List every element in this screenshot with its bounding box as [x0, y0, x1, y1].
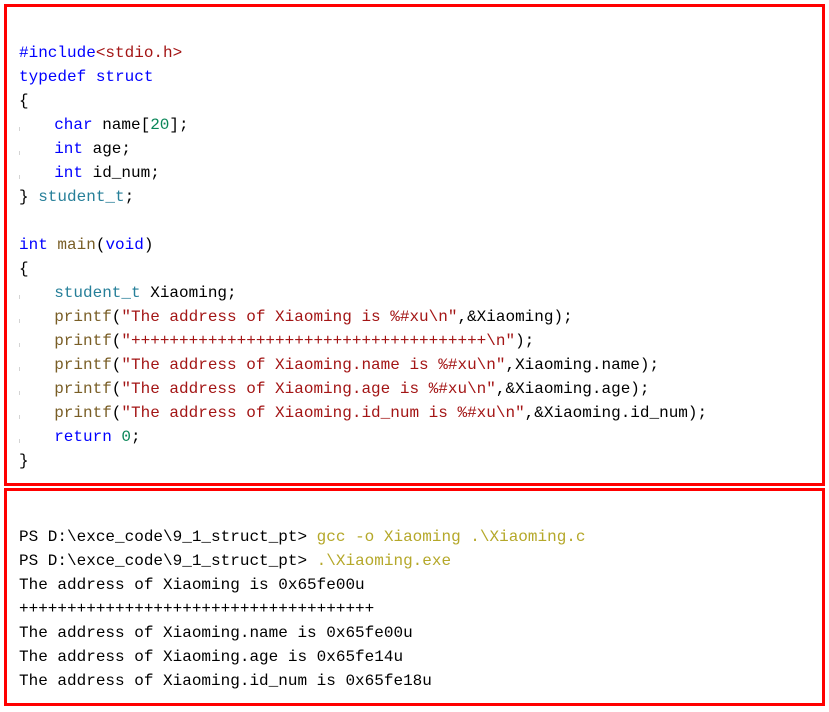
code-line: { [19, 92, 29, 110]
terminal-line: PS D:\exce_code\9_1_struct_pt> gcc -o Xi… [19, 528, 586, 546]
kw-int: int [54, 164, 83, 182]
args: ,Xiaoming.name); [505, 356, 659, 374]
kw-void: void [105, 236, 143, 254]
brace-open: { [19, 260, 29, 278]
kw-int: int [54, 140, 83, 158]
terminal-output: The address of Xiaoming.age is 0x65fe14u [19, 648, 403, 666]
field-id: id_num; [83, 164, 160, 182]
code-line: #include<stdio.h> [19, 44, 182, 62]
ps-command: .\Xiaoming.exe [317, 552, 451, 570]
code-line: printf("The address of Xiaoming.name is … [19, 356, 659, 374]
code-line: } [19, 452, 29, 470]
preproc-include: #include [19, 44, 96, 62]
kw-int: int [19, 236, 48, 254]
terminal-panel: PS D:\exce_code\9_1_struct_pt> gcc -o Xi… [4, 488, 825, 706]
num-zero: 0 [112, 428, 131, 446]
code-line: printf("The address of Xiaoming.id_num i… [19, 404, 707, 422]
code-line: int main(void) [19, 236, 153, 254]
ps-command: gcc -o Xiaoming .\Xiaoming.c [317, 528, 586, 546]
code-line: } student_t; [19, 188, 134, 206]
ps-prompt: PS D:\exce_code\9_1_struct_pt> [19, 552, 317, 570]
kw-char: char [54, 116, 92, 134]
blank-line [19, 212, 29, 230]
fn-printf: printf [54, 332, 112, 350]
typedef-name: student_t [38, 188, 124, 206]
string-literal: "+++++++++++++++++++++++++++++++++++++\n… [121, 332, 515, 350]
punct: ; [131, 428, 141, 446]
fn-printf: printf [54, 380, 112, 398]
code-editor-panel: #include<stdio.h> typedef struct { char … [4, 4, 825, 486]
code-line: student_t Xiaoming; [19, 284, 237, 302]
args: ); [515, 332, 534, 350]
field-age: age; [83, 140, 131, 158]
string-literal: "The address of Xiaoming.age is %#xu\n" [121, 380, 495, 398]
code-line: char name[20]; [19, 116, 189, 134]
fn-printf: printf [54, 404, 112, 422]
code-line: typedef struct [19, 68, 153, 86]
code-line: { [19, 260, 29, 278]
terminal-output: The address of Xiaoming is 0x65fe00u [19, 576, 365, 594]
ps-prompt: PS D:\exce_code\9_1_struct_pt> [19, 528, 317, 546]
punct: ]; [169, 116, 188, 134]
brace-close: } [19, 188, 38, 206]
args: ,&Xiaoming.age); [496, 380, 650, 398]
brace-open: { [19, 92, 29, 110]
string-literal: "The address of Xiaoming.name is %#xu\n" [121, 356, 505, 374]
string-literal: "The address of Xiaoming is %#xu\n" [121, 308, 457, 326]
string-literal: "The address of Xiaoming.id_num is %#xu\… [121, 404, 524, 422]
code-line: printf("The address of Xiaoming is %#xu\… [19, 308, 573, 326]
fn-printf: printf [54, 308, 112, 326]
code-line: return 0; [19, 428, 141, 446]
args: ,&Xiaoming); [457, 308, 572, 326]
field-name: name[ [93, 116, 151, 134]
args: ,&Xiaoming.id_num); [525, 404, 707, 422]
type-student: student_t [54, 284, 140, 302]
code-line: int id_num; [19, 164, 160, 182]
punct: ; [125, 188, 135, 206]
kw-struct: struct [96, 68, 154, 86]
code-line: printf("The address of Xiaoming.age is %… [19, 380, 650, 398]
include-header: <stdio.h> [96, 44, 182, 62]
terminal-output: +++++++++++++++++++++++++++++++++++++ [19, 600, 374, 618]
terminal-output: The address of Xiaoming.name is 0x65fe00… [19, 624, 413, 642]
fn-main: main [48, 236, 96, 254]
terminal-line: PS D:\exce_code\9_1_struct_pt> .\Xiaomin… [19, 552, 451, 570]
var-decl: Xiaoming; [141, 284, 237, 302]
kw-return: return [54, 428, 112, 446]
terminal-output: The address of Xiaoming.id_num is 0x65fe… [19, 672, 432, 690]
kw-typedef: typedef [19, 68, 86, 86]
num-20: 20 [150, 116, 169, 134]
brace-close: } [19, 452, 29, 470]
fn-printf: printf [54, 356, 112, 374]
code-line: printf("++++++++++++++++++++++++++++++++… [19, 332, 534, 350]
code-line: int age; [19, 140, 131, 158]
